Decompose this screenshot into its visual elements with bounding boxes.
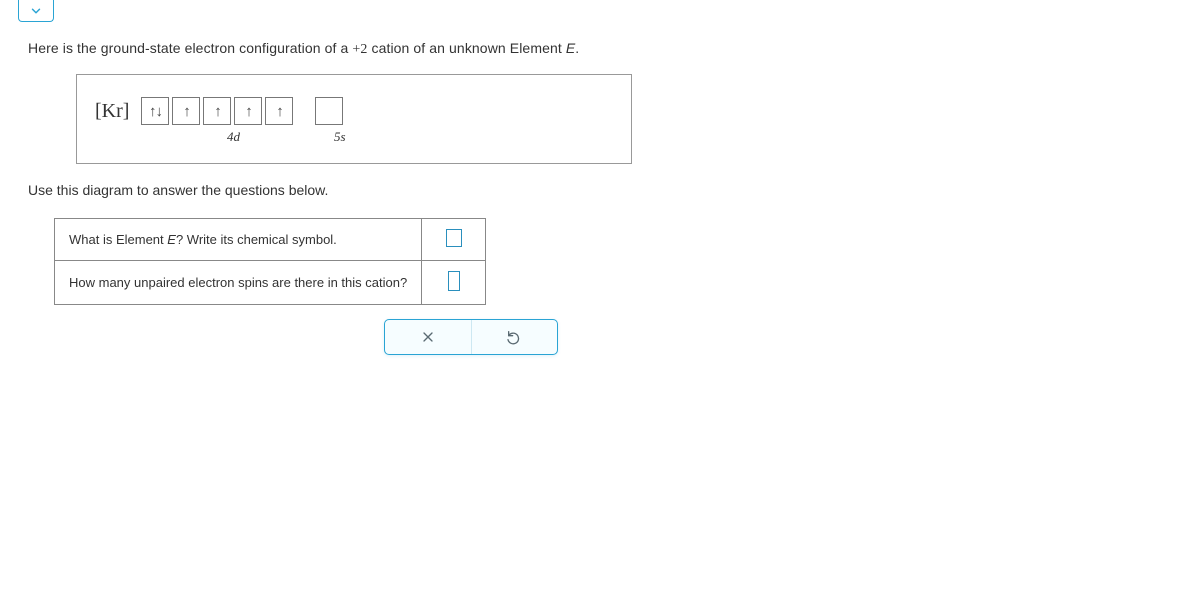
reset-button[interactable] [471, 320, 558, 354]
subshell-label-5s: 5s [334, 129, 346, 145]
question-cell: How many unpaired electron spins are the… [55, 261, 422, 305]
electron-config-diagram: [Kr] ↑↓ ↑ ↑ ↑ ↑ 4d 5s [76, 74, 632, 164]
orbital-group-5s [315, 97, 343, 125]
close-icon [420, 329, 436, 345]
orbital-box: ↑ [234, 97, 262, 125]
subshell-label-4d: 4d [227, 129, 240, 145]
table-row: What is Element E? Write its chemical sy… [55, 219, 486, 261]
question-table: What is Element E? Write its chemical sy… [54, 218, 486, 305]
collapse-toggle[interactable] [18, 0, 54, 22]
action-bar [384, 319, 558, 355]
instruction-text: Use this diagram to answer the questions… [28, 182, 1172, 198]
answer-cell[interactable] [422, 261, 486, 305]
undo-icon [506, 329, 522, 345]
orbital-box: ↑ [172, 97, 200, 125]
answer-cell[interactable] [422, 219, 486, 261]
orbital-box [315, 97, 343, 125]
noble-gas-core: [Kr] [95, 100, 129, 123]
orbital-box: ↑↓ [141, 97, 169, 125]
orbital-box: ↑ [265, 97, 293, 125]
orbital-box: ↑ [203, 97, 231, 125]
orbital-group-4d: ↑↓ ↑ ↑ ↑ ↑ [141, 97, 293, 125]
answer-input-count[interactable] [448, 271, 460, 291]
clear-button[interactable] [385, 320, 471, 354]
answer-input-symbol[interactable] [446, 229, 462, 247]
intro-text: Here is the ground-state electron config… [28, 40, 1172, 58]
question-cell: What is Element E? Write its chemical sy… [55, 219, 422, 261]
chevron-down-icon [29, 4, 43, 18]
table-row: How many unpaired electron spins are the… [55, 261, 486, 305]
